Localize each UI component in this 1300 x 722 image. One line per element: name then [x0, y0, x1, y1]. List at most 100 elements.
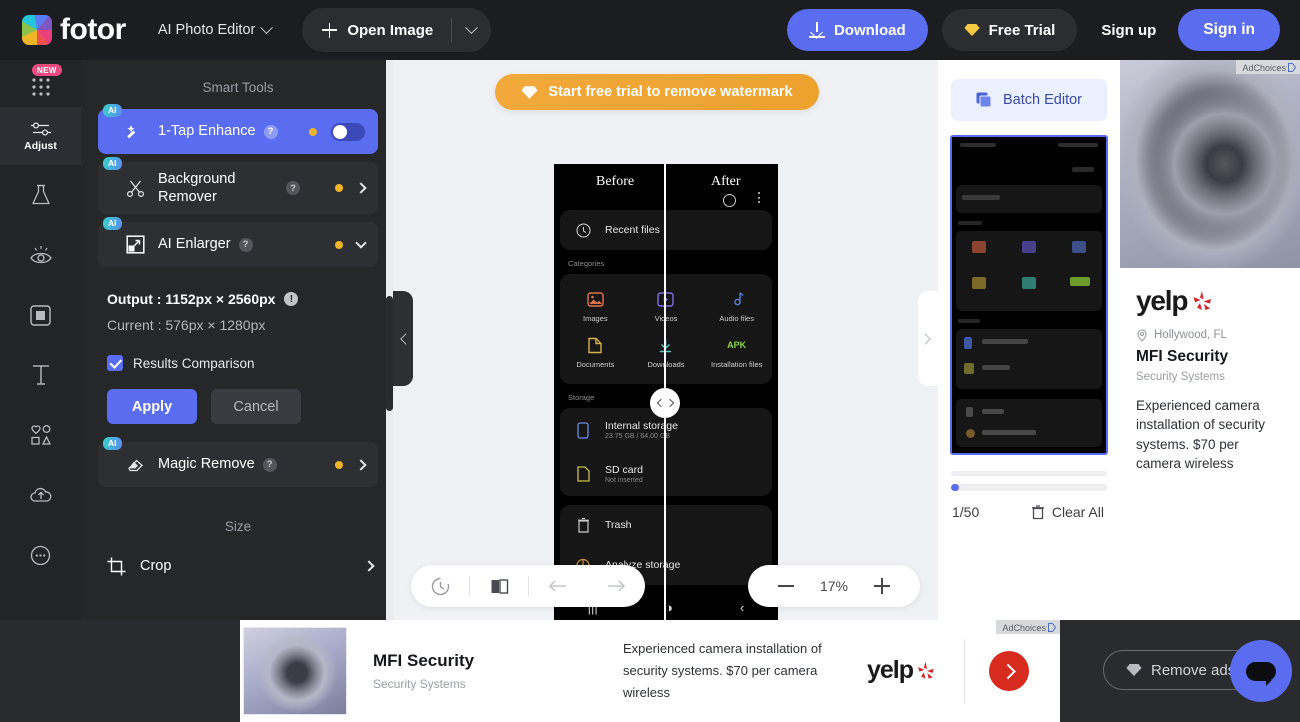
tool-background-remover[interactable]: AI Background Remover ? [98, 157, 378, 214]
ad-banner-description: Experienced camera installation of secur… [623, 640, 822, 701]
sidebar-item-retouch[interactable] [0, 225, 81, 285]
category-audio: Audio files [701, 284, 772, 330]
sign-up-button[interactable]: Sign up [1101, 22, 1156, 39]
sidebar-item-apps[interactable]: NEW [0, 60, 81, 107]
pro-dot-icon [335, 240, 343, 249]
sign-in-button[interactable]: Sign in [1178, 9, 1280, 51]
batch-count-label: 1/50 [952, 504, 980, 520]
search-icon [723, 194, 736, 207]
list-item-label: Internal storage 23.75 GB / 64.00 GB [605, 420, 678, 440]
list-item-label: SD card Not inserted [605, 464, 643, 484]
phone-icon [572, 421, 594, 439]
adchoices-label: AdChoices [1002, 622, 1046, 633]
adchoices-badge[interactable]: AdChoices [996, 620, 1060, 634]
ad-banner-image [243, 627, 347, 715]
chevron-down-icon [260, 20, 274, 34]
comparison-slider-handle[interactable] [650, 388, 680, 418]
sidebar-item-elements[interactable] [0, 405, 81, 465]
undo-button[interactable] [529, 565, 587, 607]
help-icon[interactable]: ? [238, 237, 253, 252]
results-comparison-row[interactable]: Results Comparison [81, 333, 395, 371]
trash-icon [1031, 505, 1044, 520]
ad-banner[interactable]: MFI Security Security Systems Experience… [240, 620, 1060, 722]
output-size-label: Output : 1152px × 2560px [107, 291, 276, 307]
chevron-left-icon [656, 398, 665, 408]
open-image-main[interactable]: Open Image [302, 22, 451, 39]
sign-up-label: Sign up [1101, 21, 1157, 39]
open-image-dropdown[interactable] [452, 20, 491, 35]
product-menu[interactable]: AI Photo Editor [158, 20, 274, 38]
clear-all-button[interactable]: Clear All [1031, 504, 1104, 520]
sidebar-item-sticker[interactable] [0, 525, 81, 585]
history-button[interactable] [411, 565, 469, 607]
sidebar-item-adjust[interactable]: Adjust [0, 107, 81, 165]
topbar-actions: Download Free Trial Sign up Sign in [786, 9, 1300, 51]
collapse-left-panel-button[interactable] [393, 291, 413, 386]
fotor-logo[interactable]: fotor [22, 15, 126, 45]
fotor-logo-text: fotor [60, 13, 126, 46]
cancel-button[interactable]: Cancel [211, 389, 301, 424]
storage-sub: Not inserted [605, 477, 643, 484]
canvas-toolbar [411, 565, 645, 607]
adchoices-badge[interactable]: AdChoices [1236, 60, 1300, 74]
results-comparison-checkbox[interactable] [107, 355, 123, 371]
batch-editor-button[interactable]: Batch Editor [951, 79, 1107, 121]
bottom-bar: MFI Security Security Systems Experience… [0, 620, 1300, 722]
back-icon: ‹ [740, 599, 745, 615]
open-image-button[interactable]: Open Image [302, 8, 492, 52]
help-icon[interactable]: ? [263, 124, 278, 139]
storage-sub: 23.75 GB / 64.00 GB [605, 433, 670, 440]
free-trial-button[interactable]: Free Trial [941, 9, 1078, 51]
download-button[interactable]: Download [786, 9, 928, 51]
chevron-right-icon[interactable] [355, 458, 367, 471]
panel-scrollbar[interactable] [386, 60, 393, 620]
info-icon[interactable]: ! [284, 292, 299, 306]
enhance-toggle[interactable] [331, 122, 365, 141]
batch-panel: Batch Editor 1/50 Clear All [938, 60, 1120, 620]
adchoices-icon [1288, 63, 1296, 72]
expand-right-panel-button[interactable] [918, 291, 938, 386]
chevron-right-icon[interactable] [363, 560, 375, 572]
zoom-out-button[interactable] [775, 575, 797, 597]
redo-button[interactable] [587, 565, 645, 607]
help-icon[interactable]: ? [262, 457, 277, 472]
panel-scrollbar-thumb[interactable] [386, 296, 393, 411]
category-label: Documents [576, 360, 615, 369]
home-icon: ◑ [664, 599, 673, 615]
category-label: Installation files [711, 360, 763, 369]
zoom-in-button[interactable] [871, 575, 893, 597]
tool-crop[interactable]: Crop [81, 548, 395, 584]
sidebar-item-upload[interactable] [0, 465, 81, 525]
compare-button[interactable] [470, 565, 528, 607]
apply-button[interactable]: Apply [107, 389, 197, 424]
start-free-trial-watermark-button[interactable]: Start free trial to remove watermark [495, 74, 819, 110]
tool-1-tap-enhance[interactable]: AI 1-Tap Enhance ? [98, 104, 378, 154]
chat-support-button[interactable] [1230, 640, 1292, 702]
ad-banner-title: MFI Security [373, 651, 475, 670]
current-size-label: Current : 576px × 1280px [107, 317, 266, 333]
zoom-level-label: 17% [819, 578, 849, 594]
category-installation-files: APK Installation files [701, 330, 772, 376]
ad-sidebar[interactable]: AdChoices yelp Hollywood, FL MFI Securit… [1120, 60, 1300, 620]
batch-thumbnail[interactable] [950, 135, 1108, 455]
pro-dot-icon [335, 184, 343, 192]
tool-label: AI Enlarger [158, 236, 231, 253]
chevron-down-icon[interactable] [355, 237, 367, 249]
list-item: Recent files [560, 210, 772, 250]
sidebar-item-frame[interactable] [0, 285, 81, 345]
tool-magic-remove[interactable]: AI Magic Remove ? [98, 437, 378, 487]
batch-scrollbar[interactable] [951, 484, 1107, 491]
sidebar-item-effects[interactable] [0, 165, 81, 225]
tool-label: 1-Tap Enhance [158, 123, 256, 140]
tool-ai-enlarger[interactable]: AI AI Enlarger ? [98, 217, 378, 267]
plus-icon [322, 22, 338, 38]
batch-footer: 1/50 Clear All [938, 491, 1120, 520]
sidebar-item-text[interactable] [0, 345, 81, 405]
gem-icon [1126, 664, 1142, 676]
category-label: Images [583, 314, 608, 323]
ad-banner-cta-button[interactable] [989, 651, 1030, 691]
categories-grid: Images Videos [560, 274, 772, 384]
eraser-icon [124, 455, 146, 474]
chevron-right-icon[interactable] [355, 182, 367, 194]
help-icon[interactable]: ? [286, 181, 300, 195]
